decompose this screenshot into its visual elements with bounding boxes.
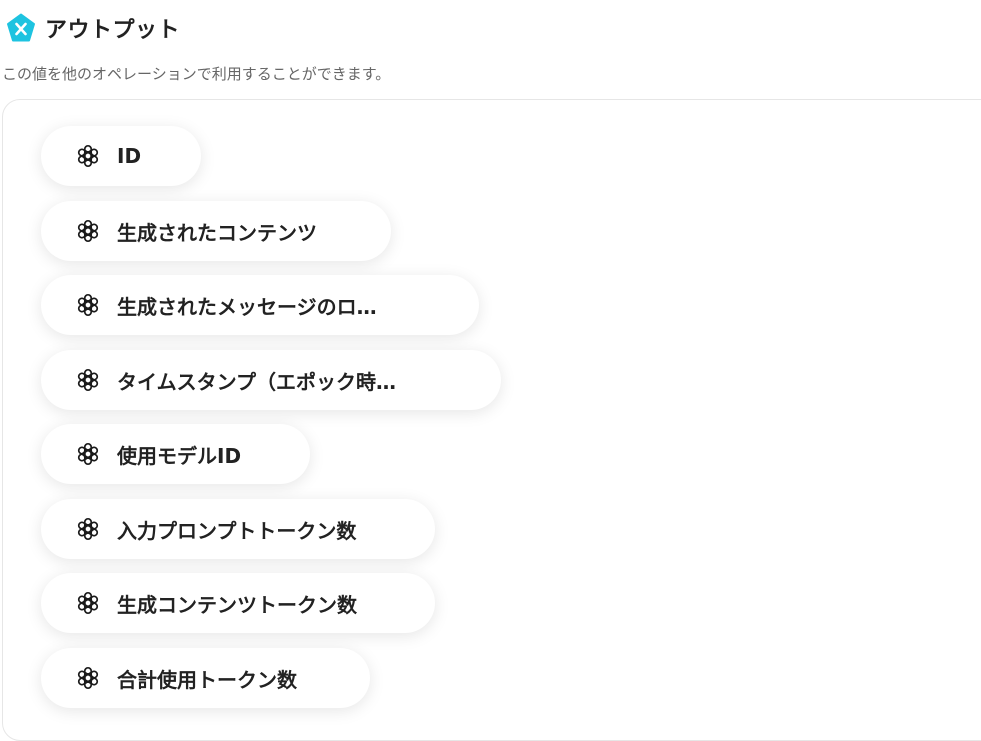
output-chip-timestamp[interactable]: タイムスタンプ（エポック時… (41, 350, 501, 410)
output-list-panel (2, 99, 981, 741)
output-chip-prompt-tokens[interactable]: 入力プロンプトトークン数 (41, 499, 435, 559)
page-title: アウトプット (45, 18, 181, 43)
output-chip-generated-content[interactable]: 生成されたコンテンツ (41, 201, 391, 261)
app-logo-icon (7, 13, 35, 42)
openai-icon (76, 293, 100, 317)
openai-icon (76, 368, 100, 392)
openai-icon (76, 517, 100, 541)
output-chip-label: 生成コンテンツトークン数 (117, 592, 357, 617)
output-header: アウトプット (6, 12, 180, 44)
page-subtitle: この値を他のオペレーションで利用することができます。 (2, 65, 391, 83)
openai-icon (76, 442, 100, 466)
output-chip-label: タイムスタンプ（エポック時… (117, 369, 396, 394)
output-chip-id[interactable]: ID (41, 126, 201, 186)
output-chip-generated-message-role[interactable]: 生成されたメッセージのロ… (41, 275, 479, 335)
openai-icon (76, 219, 100, 243)
openai-icon (76, 591, 100, 615)
output-chip-label: ID (117, 144, 142, 168)
output-chip-label: 使用モデルID (117, 443, 242, 468)
output-chip-total-tokens[interactable]: 合計使用トークン数 (41, 648, 370, 708)
openai-icon (76, 144, 100, 168)
openai-icon (76, 666, 100, 690)
output-chip-completion-tokens[interactable]: 生成コンテンツトークン数 (41, 573, 435, 633)
output-chip-label: 生成されたメッセージのロ… (117, 294, 377, 319)
output-chip-model-id[interactable]: 使用モデルID (41, 424, 310, 484)
output-chip-label: 入力プロンプトトークン数 (117, 518, 357, 543)
output-chip-label: 合計使用トークン数 (117, 667, 297, 692)
output-chip-label: 生成されたコンテンツ (117, 220, 317, 245)
